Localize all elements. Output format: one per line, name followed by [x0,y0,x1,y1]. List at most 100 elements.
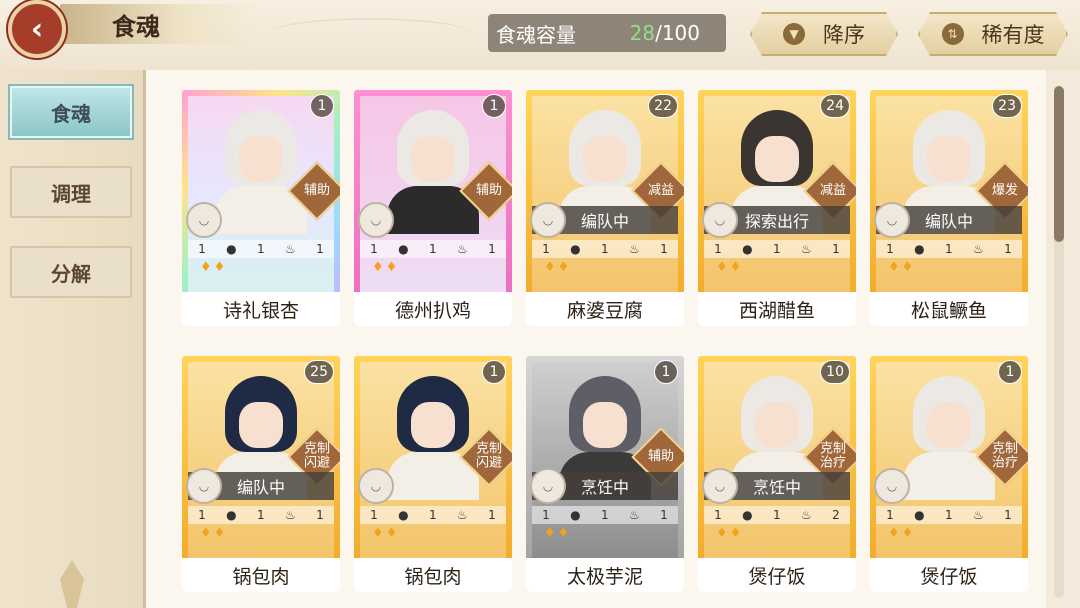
tab-food-soul[interactable]: 食魂 [10,86,132,138]
stat-value: 1 [714,508,722,522]
drop-icon: ● [914,508,925,522]
stat-value: 1 [714,242,722,256]
page-title: 食魂 [60,4,260,44]
stat-value: 1 [660,508,668,522]
food-soul-card[interactable]: 25 克制 闪避 编队中 ◡ 1 ● 1 ♨ 1 ♦♦ 锅包肉 [182,356,340,592]
character-figure [387,376,479,500]
flame-icon: ♨ [285,242,296,256]
flame-icons: ♦♦ [716,260,744,275]
food-soul-card[interactable]: 1 克制 治疗 ◡ 1 ● 1 ♨ 1 ♦♦ 煲仔饭 [870,356,1028,592]
stat-value: 1 [660,242,668,256]
stat-value: 1 [1004,242,1012,256]
flame-icon: ♨ [457,242,468,256]
character-figure [903,376,995,500]
scrollbar[interactable] [1054,86,1064,598]
level-badge: 1 [654,360,678,384]
flame-icon: ♨ [457,508,468,522]
food-soul-card[interactable]: 10 克制 治疗 烹饪中 ◡ 1 ● 1 ♨ 2 ♦♦ 煲仔饭 [698,356,856,592]
role-label: 克制 治疗 [991,441,1019,471]
role-label: 减益 [819,182,847,198]
card-name: 诗礼银杏 [182,292,340,326]
stats-row: 1 ● 1 ♨ 1 [188,506,334,524]
stats-row: 1 ● 1 ♨ 1 [876,240,1022,258]
food-soul-card[interactable]: 22 减益 编队中 ◡ 1 ● 1 ♨ 1 ♦♦ 麻婆豆腐 [526,90,684,326]
card-name: 松鼠鳜鱼 [870,292,1028,326]
chevron-left-icon: ‹ [30,11,44,47]
level-badge: 1 [310,94,334,118]
food-soul-card[interactable]: 1 辅助 烹饪中 ◡ 1 ● 1 ♨ 1 ♦♦ 太极芋泥 [526,356,684,592]
sort-rarity-label: 稀有度 [981,23,1045,47]
capacity-current: 28 [629,21,656,45]
level-badge: 25 [304,360,334,384]
role-label: 爆发 [991,182,1019,198]
card-name: 西湖醋鱼 [698,292,856,326]
tab-decompose[interactable]: 分解 [10,246,132,298]
drop-icon: ● [570,508,581,522]
stats-row: 1 ● 1 ♨ 1 [532,506,678,524]
stat-value: 1 [1004,508,1012,522]
flame-icon: ♨ [629,508,640,522]
food-soul-card[interactable]: 24 减益 探索出行 ◡ 1 ● 1 ♨ 1 ♦♦ 西湖醋鱼 [698,90,856,326]
back-button[interactable]: ‹ [8,0,66,58]
stat-value: 1 [601,242,609,256]
tab-label: 分解 [51,261,91,286]
card-name: 煲仔饭 [870,558,1028,592]
flame-icons: ♦♦ [716,526,744,541]
flame-icons: ♦♦ [888,260,916,275]
level-badge: 23 [992,94,1022,118]
drop-icon: ● [570,242,581,256]
flame-icons: ♦♦ [200,260,228,275]
role-label: 克制 治疗 [819,441,847,471]
flame-icons: ♦♦ [372,526,400,541]
level-badge: 1 [482,360,506,384]
bowl-icon: ◡ [702,202,738,238]
role-label: 克制 闪避 [475,441,503,471]
scrollbar-thumb[interactable] [1054,86,1064,242]
stat-value: 1 [601,508,609,522]
flame-icons: ♦♦ [888,526,916,541]
stat-value: 1 [316,508,324,522]
flame-icon: ♨ [973,508,984,522]
food-soul-card[interactable]: 1 辅助 ◡ 1 ● 1 ♨ 1 ♦♦ 德州扒鸡 [354,90,512,326]
stat-value: 1 [542,242,550,256]
sidebar: 食魂 调理 分解 [0,70,146,608]
card-name: 太极芋泥 [526,558,684,592]
sort-toggle-icon: ⇅ [942,23,964,45]
role-label: 减益 [647,182,675,198]
drop-icon: ● [742,508,753,522]
role-label: 辅助 [303,182,331,198]
level-badge: 10 [820,360,850,384]
tab-cook[interactable]: 调理 [10,166,132,218]
food-soul-card[interactable]: 23 爆发 编队中 ◡ 1 ● 1 ♨ 1 ♦♦ 松鼠鳜鱼 [870,90,1028,326]
card-name: 锅包肉 [354,558,512,592]
drop-icon: ● [914,242,925,256]
stats-row: 1 ● 1 ♨ 1 [360,240,506,258]
bowl-icon: ◡ [358,468,394,504]
bowl-icon: ◡ [358,202,394,238]
stat-value: 1 [945,508,953,522]
flame-icon: ♨ [285,508,296,522]
flame-icon: ♨ [801,508,812,522]
sort-rarity-button[interactable]: ⇅ 稀有度 [918,12,1068,56]
stat-value: 1 [198,508,206,522]
cloud-decoration [270,18,470,48]
role-label: 辅助 [647,448,675,464]
flame-icon: ♨ [801,242,812,256]
character-figure [387,110,479,234]
level-badge: 22 [648,94,678,118]
role-label: 克制 闪避 [303,441,331,471]
stats-row: 1 ● 1 ♨ 1 [360,506,506,524]
stat-value: 1 [542,508,550,522]
capacity-label: 食魂容量 [496,22,576,47]
food-soul-card[interactable]: 1 辅助 ◡ 1 ● 1 ♨ 1 ♦♦ 诗礼银杏 [182,90,340,326]
food-soul-card[interactable]: 1 克制 闪避 ◡ 1 ● 1 ♨ 1 ♦♦ 锅包肉 [354,356,512,592]
bowl-icon: ◡ [186,468,222,504]
stat-value: 1 [945,242,953,256]
stat-value: 1 [429,242,437,256]
stat-value: 1 [832,242,840,256]
stat-value: 1 [198,242,206,256]
flame-icons: ♦♦ [544,526,572,541]
sort-order-button[interactable]: ▼ 降序 [750,12,898,56]
flame-icons: ♦♦ [544,260,572,275]
stats-row: 1 ● 1 ♨ 1 [188,240,334,258]
